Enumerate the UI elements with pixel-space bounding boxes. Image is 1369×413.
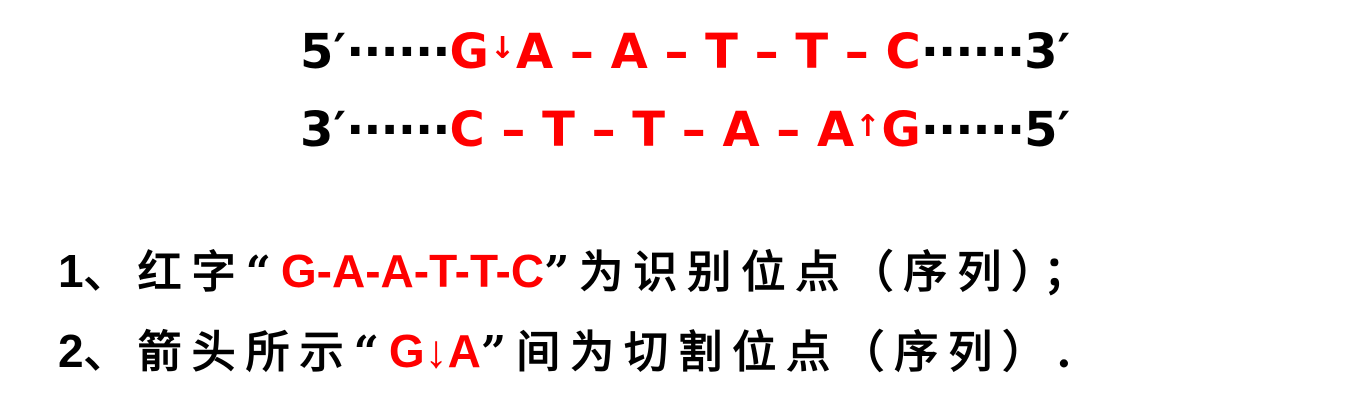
cut-arrow-up-icon: ↑ (855, 109, 881, 144)
note-2-open-quote: “ (353, 327, 389, 378)
top-strand-bases: A – A – T – T – C (516, 24, 921, 80)
bottom-strand: 3′······C – T – T – A – A↑G······5′ (300, 100, 1070, 160)
note-1-suffix: 为识别位点（序列）； (579, 247, 1098, 298)
top-strand-right-dots: ······ (920, 24, 1025, 80)
note-cut-site: 2、箭头所示“G↓A”间为切割位点（序列）. (58, 320, 1082, 382)
note-2-number: 2 (58, 325, 84, 377)
top-strand-first-base: G (449, 24, 489, 80)
top-strand-left-dots: ······ (346, 24, 450, 80)
bottom-strand-3-prime-end: 3′ (300, 102, 347, 158)
note-1-prefix: 、红字 (83, 247, 246, 298)
bottom-strand-5-prime-end: 5′ (1024, 102, 1071, 158)
note-2-suffix: 间为切割位点（序列）. (516, 327, 1082, 378)
note-recognition-site: 1、红字“G-A-A-T-T-C”为识别位点（序列）； (58, 240, 1097, 302)
bottom-strand-left-dots: ······ (346, 102, 450, 158)
note-2-sequence: G↓A (388, 325, 481, 377)
bottom-strand-bases: C – T – T – A – A (449, 102, 855, 158)
note-1-open-quote: “ (245, 247, 281, 298)
bottom-strand-right-dots: ······ (920, 102, 1025, 158)
cut-arrow-down-icon: ↓ (489, 31, 516, 66)
note-1-sequence: G-A-A-T-T-C (280, 245, 545, 297)
top-strand-5-prime-end: 5′ (300, 24, 347, 80)
note-2-close-quote: ” (480, 327, 517, 378)
note-1-close-quote: ” (544, 247, 580, 298)
note-2-prefix: 、箭头所示 (83, 327, 354, 378)
top-strand: 5′······G↓A – A – T – T – C······3′ (300, 22, 1070, 82)
note-1-number: 1 (58, 245, 84, 297)
top-strand-3-prime-end: 3′ (1024, 24, 1071, 80)
bottom-strand-last-base: G (881, 102, 921, 158)
